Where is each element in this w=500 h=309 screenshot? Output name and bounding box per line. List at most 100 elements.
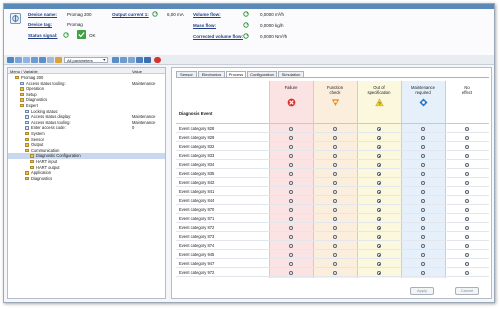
category-radio[interactable] xyxy=(288,162,294,168)
category-radio[interactable] xyxy=(464,153,470,159)
write-icon[interactable] xyxy=(120,56,127,63)
category-radio[interactable] xyxy=(288,216,294,222)
category-radio[interactable] xyxy=(376,135,382,141)
category-radio[interactable] xyxy=(464,126,470,132)
save-icon[interactable] xyxy=(15,56,22,63)
category-radio[interactable] xyxy=(420,198,426,204)
category-radio[interactable] xyxy=(420,207,426,213)
category-radio[interactable] xyxy=(376,234,382,240)
category-radio[interactable] xyxy=(332,252,338,258)
category-radio[interactable] xyxy=(288,252,294,258)
list-view-icon[interactable] xyxy=(39,56,46,63)
tree-view-icon[interactable] xyxy=(47,56,54,63)
category-radio[interactable] xyxy=(332,243,338,249)
compare-icon[interactable] xyxy=(128,56,135,63)
category-radio[interactable] xyxy=(376,270,382,276)
category-radio[interactable] xyxy=(332,207,338,213)
category-radio[interactable] xyxy=(332,198,338,204)
category-radio[interactable] xyxy=(420,126,426,132)
apply-button[interactable]: Apply xyxy=(410,287,434,295)
category-radio[interactable] xyxy=(376,216,382,222)
category-radio[interactable] xyxy=(376,243,382,249)
open-icon[interactable] xyxy=(23,56,30,63)
category-radio[interactable] xyxy=(288,243,294,249)
category-radio[interactable] xyxy=(420,135,426,141)
refresh-icon[interactable] xyxy=(243,11,249,17)
category-radio[interactable] xyxy=(464,216,470,222)
category-radio[interactable] xyxy=(420,153,426,159)
category-radio[interactable] xyxy=(464,252,470,258)
cancel-button[interactable]: Cancel xyxy=(455,287,479,295)
corrected-volume-flow-label[interactable]: Corrected volume flow: xyxy=(193,34,243,39)
help-icon[interactable] xyxy=(154,56,161,63)
category-radio[interactable] xyxy=(288,270,294,276)
category-radio[interactable] xyxy=(464,162,470,168)
value-column-header[interactable]: Value xyxy=(132,69,142,74)
category-radio[interactable] xyxy=(376,252,382,258)
category-radio[interactable] xyxy=(376,261,382,267)
category-radio[interactable] xyxy=(288,153,294,159)
category-radio[interactable] xyxy=(420,162,426,168)
info-icon[interactable] xyxy=(144,56,151,63)
print-icon[interactable] xyxy=(31,56,38,63)
category-radio[interactable] xyxy=(376,225,382,231)
refresh-icon[interactable] xyxy=(243,22,249,28)
category-radio[interactable] xyxy=(464,207,470,213)
mass-flow-label[interactable]: Mass flow: xyxy=(193,23,216,28)
volume-flow-label[interactable]: Volume flow: xyxy=(193,12,221,17)
category-radio[interactable] xyxy=(288,180,294,186)
category-radio[interactable] xyxy=(464,180,470,186)
category-radio[interactable] xyxy=(420,189,426,195)
category-radio[interactable] xyxy=(376,153,382,159)
category-radio[interactable] xyxy=(420,171,426,177)
category-radio[interactable] xyxy=(288,189,294,195)
category-radio[interactable] xyxy=(464,261,470,267)
category-radio[interactable] xyxy=(332,171,338,177)
category-radio[interactable] xyxy=(376,126,382,132)
category-radio[interactable] xyxy=(332,189,338,195)
category-radio[interactable] xyxy=(376,171,382,177)
menu-column-header[interactable]: Menu / Variable xyxy=(10,69,38,74)
category-radio[interactable] xyxy=(288,126,294,132)
category-radio[interactable] xyxy=(288,234,294,240)
category-radio[interactable] xyxy=(464,189,470,195)
refresh-icon[interactable] xyxy=(152,11,158,17)
category-radio[interactable] xyxy=(288,135,294,141)
category-radio[interactable] xyxy=(464,234,470,240)
category-radio[interactable] xyxy=(332,180,338,186)
category-radio[interactable] xyxy=(376,189,382,195)
settings-icon[interactable] xyxy=(136,56,143,63)
category-radio[interactable] xyxy=(420,216,426,222)
category-radio[interactable] xyxy=(464,225,470,231)
device-tag-label[interactable]: Device tag: xyxy=(28,22,52,27)
category-radio[interactable] xyxy=(376,162,382,168)
category-radio[interactable] xyxy=(420,270,426,276)
category-radio[interactable] xyxy=(288,171,294,177)
category-radio[interactable] xyxy=(288,144,294,150)
tree-item[interactable]: Diagnostics xyxy=(8,176,165,182)
category-radio[interactable] xyxy=(332,270,338,276)
filter-icon[interactable] xyxy=(55,56,62,63)
category-radio[interactable] xyxy=(420,234,426,240)
read-icon[interactable] xyxy=(112,56,119,63)
category-radio[interactable] xyxy=(288,225,294,231)
category-radio[interactable] xyxy=(464,198,470,204)
category-radio[interactable] xyxy=(332,153,338,159)
category-radio[interactable] xyxy=(420,225,426,231)
category-radio[interactable] xyxy=(376,180,382,186)
category-radio[interactable] xyxy=(420,261,426,267)
category-radio[interactable] xyxy=(376,207,382,213)
parameter-filter-select[interactable]: All parameters ▼ xyxy=(64,56,108,63)
category-radio[interactable] xyxy=(376,144,382,150)
category-radio[interactable] xyxy=(332,225,338,231)
category-radio[interactable] xyxy=(420,180,426,186)
category-radio[interactable] xyxy=(288,261,294,267)
category-radio[interactable] xyxy=(464,135,470,141)
category-radio[interactable] xyxy=(332,216,338,222)
home-icon[interactable] xyxy=(7,56,14,63)
category-radio[interactable] xyxy=(376,198,382,204)
category-radio[interactable] xyxy=(420,243,426,249)
category-radio[interactable] xyxy=(332,126,338,132)
status-signal-label[interactable]: Status signal: xyxy=(28,33,58,38)
category-radio[interactable] xyxy=(332,261,338,267)
